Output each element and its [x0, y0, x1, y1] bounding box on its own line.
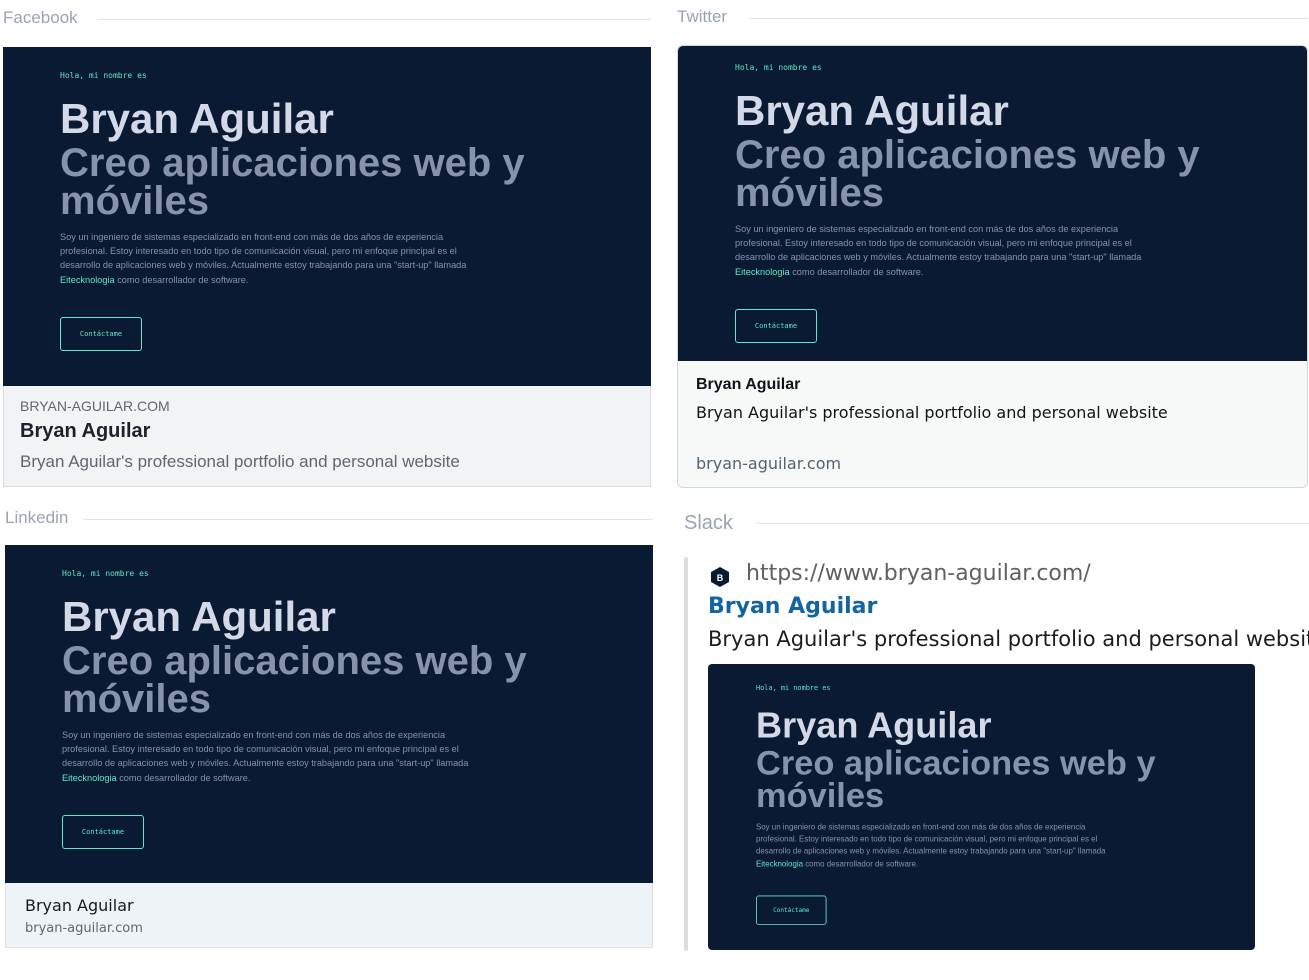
twitter-section-header: Twitter [677, 7, 1308, 29]
hero-tagline: Creo aplicaciones web y móviles [62, 639, 527, 721]
hero-greeting: Hola, mi nombre es [756, 684, 831, 692]
hero-greeting: Hola, mi nombre es [735, 63, 822, 72]
card-domain: bryan-aguilar.com [25, 921, 143, 936]
hero-content: Hola, mi nombre es Bryan Aguilar Creo ap… [60, 71, 580, 351]
hero-greeting: Hola, mi nombre es [60, 71, 147, 80]
site-favicon-icon: B [709, 566, 731, 588]
slack-site-url[interactable]: https://www.bryan-aguilar.com/ [746, 561, 1091, 586]
section-divider [83, 519, 653, 520]
slack-link-title[interactable]: Bryan Aguilar [708, 594, 877, 619]
slack-section-header: Slack [684, 512, 1309, 535]
slack-description: Bryan Aguilar's professional portfolio a… [708, 627, 1309, 651]
contact-button: Contáctame [735, 308, 817, 343]
hero-greeting: Hola, mi nombre es [62, 569, 149, 578]
hero-description: Soy un ingeniero de sistemas especializa… [735, 224, 1142, 277]
hero-name: Bryan Aguilar [756, 704, 992, 746]
hero-content: Hola, mi nombre es Bryan Aguilar Creo ap… [735, 63, 1255, 343]
section-divider [749, 18, 1308, 19]
company-link: Eitecknologia [60, 274, 115, 285]
hero-tagline: Creo aplicaciones web y móviles [60, 141, 525, 223]
linkedin-preview-image[interactable]: Hola, mi nombre es Bryan Aguilar Creo ap… [5, 545, 653, 883]
section-title: Slack [684, 512, 747, 535]
slack-attachment-bar [684, 557, 688, 951]
card-title: Bryan Aguilar [25, 896, 134, 915]
section-title: Twitter [677, 7, 742, 27]
linkedin-section-header: Linkedin [5, 508, 653, 530]
twitter-card[interactable]: Hola, mi nombre es Bryan Aguilar Creo ap… [677, 45, 1308, 488]
company-link: Eitecknologia [735, 266, 790, 277]
card-description: Bryan Aguilar's professional portfolio a… [20, 452, 460, 471]
contact-button: Contáctame [60, 316, 142, 351]
facebook-card-meta[interactable]: BRYAN-AGUILAR.COM Bryan Aguilar Bryan Ag… [3, 386, 651, 487]
facebook-section-header: Facebook [3, 8, 651, 30]
facebook-preview-image[interactable]: Hola, mi nombre es Bryan Aguilar Creo ap… [3, 47, 651, 386]
twitter-preview-image: Hola, mi nombre es Bryan Aguilar Creo ap… [678, 46, 1307, 361]
slack-preview-image[interactable]: Hola, mi nombre es Bryan Aguilar Creo ap… [708, 664, 1255, 950]
card-title: Bryan Aguilar [20, 420, 151, 442]
contact-button: Contáctame [62, 814, 144, 849]
hero-name: Bryan Aguilar [735, 87, 1009, 134]
section-title: Facebook [3, 8, 92, 28]
hero-name: Bryan Aguilar [60, 95, 334, 142]
hero-description: Soy un ingeniero de sistemas especializa… [60, 232, 467, 285]
card-domain: bryan-aguilar.com [696, 454, 842, 473]
company-link: Eitecknologia [756, 859, 804, 868]
hero-content: Hola, mi nombre es Bryan Aguilar Creo ap… [62, 569, 582, 849]
hero-content: Hola, mi nombre es Bryan Aguilar Creo ap… [756, 684, 1203, 925]
svg-text:B: B [717, 573, 724, 583]
card-description: Bryan Aguilar's professional portfolio a… [696, 403, 1168, 422]
card-title: Bryan Aguilar [696, 376, 801, 393]
hero-name: Bryan Aguilar [62, 593, 336, 640]
section-title: Linkedin [5, 508, 83, 528]
contact-button: Contáctame [756, 895, 827, 925]
section-divider [98, 19, 651, 20]
hero-tagline: Creo aplicaciones web y móviles [735, 133, 1200, 215]
linkedin-card-meta[interactable]: Bryan Aguilar bryan-aguilar.com [5, 883, 653, 948]
company-link: Eitecknologia [62, 772, 117, 783]
hero-tagline: Creo aplicaciones web y móviles [756, 744, 1156, 815]
section-divider [756, 523, 1309, 524]
hero-description: Soy un ingeniero de sistemas especializa… [756, 822, 1106, 868]
hero-description: Soy un ingeniero de sistemas especializa… [62, 730, 469, 783]
card-domain: BRYAN-AGUILAR.COM [20, 398, 170, 414]
